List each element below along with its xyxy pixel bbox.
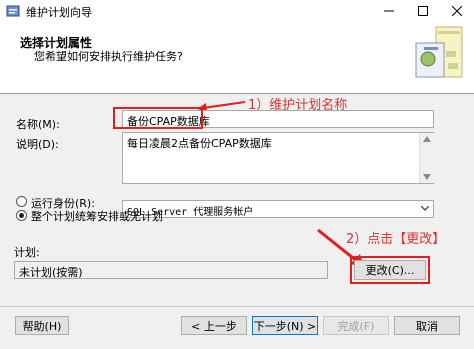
app-icon	[6, 5, 20, 17]
minimize-icon	[384, 10, 394, 12]
description-scrollbar[interactable]	[419, 133, 434, 183]
minimize-button[interactable]	[372, 0, 406, 22]
description-field[interactable]: 每日凌晨2点备份CPAP数据库	[122, 132, 434, 184]
back-button[interactable]: < 上一步	[181, 316, 247, 335]
schedule-label: 计划:	[14, 246, 40, 259]
close-button[interactable]	[440, 0, 474, 22]
page-subtitle: 您希望如何安排执行维护任务?	[34, 50, 183, 63]
help-button[interactable]: 帮助(H)	[15, 316, 69, 335]
wizard-icon	[415, 26, 463, 78]
schedule-field: 未计划(按需)	[14, 261, 328, 279]
name-highlight-box	[113, 107, 203, 129]
finish-button[interactable]: 完成(F)	[323, 316, 389, 335]
maximize-button[interactable]	[406, 0, 440, 22]
name-label: 名称(M):	[16, 118, 60, 131]
run-as-select[interactable]: SQL Server 代理服务帐户	[122, 200, 434, 218]
whole-plan-label: 整个计划统筹安排或无计划	[31, 210, 163, 223]
scroll-up-icon	[423, 136, 431, 142]
footer-divider	[0, 306, 474, 307]
maximize-icon	[418, 6, 428, 16]
change-highlight-box	[350, 256, 430, 284]
cancel-button[interactable]: 取消	[394, 316, 460, 335]
close-icon	[452, 6, 462, 16]
description-label: 说明(D):	[16, 138, 59, 151]
scroll-down-icon	[423, 174, 431, 180]
next-button[interactable]: 下一步(N) >	[252, 316, 318, 335]
chevron-down-icon	[421, 206, 429, 211]
run-as-radio[interactable]	[16, 196, 28, 208]
whole-plan-radio[interactable]	[16, 210, 28, 222]
wizard-header: 选择计划属性 您希望如何安排执行维护任务?	[0, 22, 474, 94]
window-title: 维护计划向导	[26, 6, 92, 19]
title-bar: 维护计划向导	[0, 0, 474, 22]
